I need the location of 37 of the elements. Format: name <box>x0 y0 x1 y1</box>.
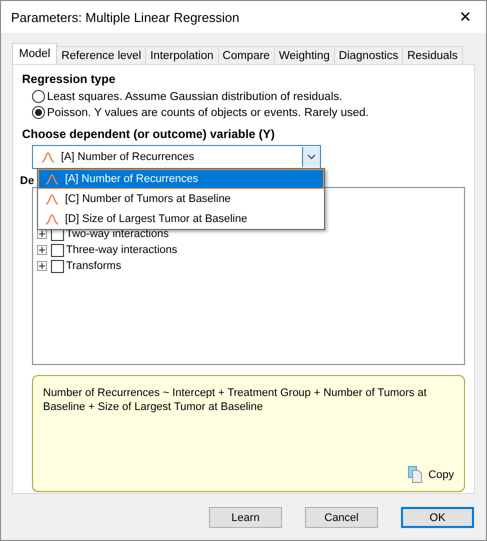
dropdown-option[interactable]: [D] Size of Largest Tumor at Baseline <box>38 209 324 229</box>
distribution-icon <box>45 212 59 226</box>
dialog-button[interactable]: Learn <box>209 507 282 528</box>
tree-item[interactable]: Three-way interactions <box>66 244 178 256</box>
checkbox[interactable] <box>51 260 64 272</box>
section-heading: Choose dependent (or outcome) variable (Y) <box>22 127 276 141</box>
dropdown-option[interactable]: [A] Number of Recurrences <box>38 169 324 189</box>
tree-item[interactable]: Transforms <box>66 260 122 272</box>
expand-icon[interactable] <box>37 245 47 255</box>
tab[interactable]: Interpolation <box>145 46 219 64</box>
dropdown-option[interactable]: [C] Number of Tumors at Baseline <box>38 189 324 209</box>
dialog-button[interactable]: Cancel <box>305 507 378 528</box>
tab[interactable]: Residuals <box>402 46 463 64</box>
window-title: Parameters: Multiple Linear Regression <box>11 10 240 24</box>
tab[interactable]: Diagnostics <box>334 46 404 64</box>
tab[interactable]: Compare <box>218 46 275 64</box>
radio-label[interactable]: Least squares. Assume Gaussian distribution of residuals. <box>47 90 342 102</box>
checkbox[interactable] <box>51 244 64 256</box>
radio-label[interactable]: Poisson. Y values are counts of objects or events. Rarely used. <box>47 106 369 118</box>
copy-button[interactable]: Copy <box>408 466 454 483</box>
equation-text: Number of Recurrences ~ Intercept + Treatment Group + Number of Tumors at Baseline + Size of Largest Tumor at Baseline <box>43 386 428 414</box>
radio-button[interactable] <box>32 90 45 103</box>
copy-icon <box>408 466 422 483</box>
dialog-button[interactable]: OK <box>401 507 474 528</box>
variable-dropdown[interactable]: [A] Number of Recurrences <box>32 145 321 169</box>
radio-button[interactable] <box>32 106 45 119</box>
tree-item[interactable]: Two-way interactions <box>66 228 169 240</box>
distribution-icon <box>45 172 59 186</box>
section-heading: Regression type <box>22 72 116 86</box>
tab[interactable]: Model <box>12 43 58 64</box>
distribution-icon <box>41 150 55 164</box>
section-heading: De <box>20 175 34 187</box>
close-button[interactable]: ✕ <box>455 8 476 26</box>
tab[interactable]: Weighting <box>274 46 335 64</box>
distribution-icon <box>45 192 59 206</box>
expand-icon[interactable] <box>37 261 47 271</box>
chevron-icon[interactable] <box>302 147 320 167</box>
